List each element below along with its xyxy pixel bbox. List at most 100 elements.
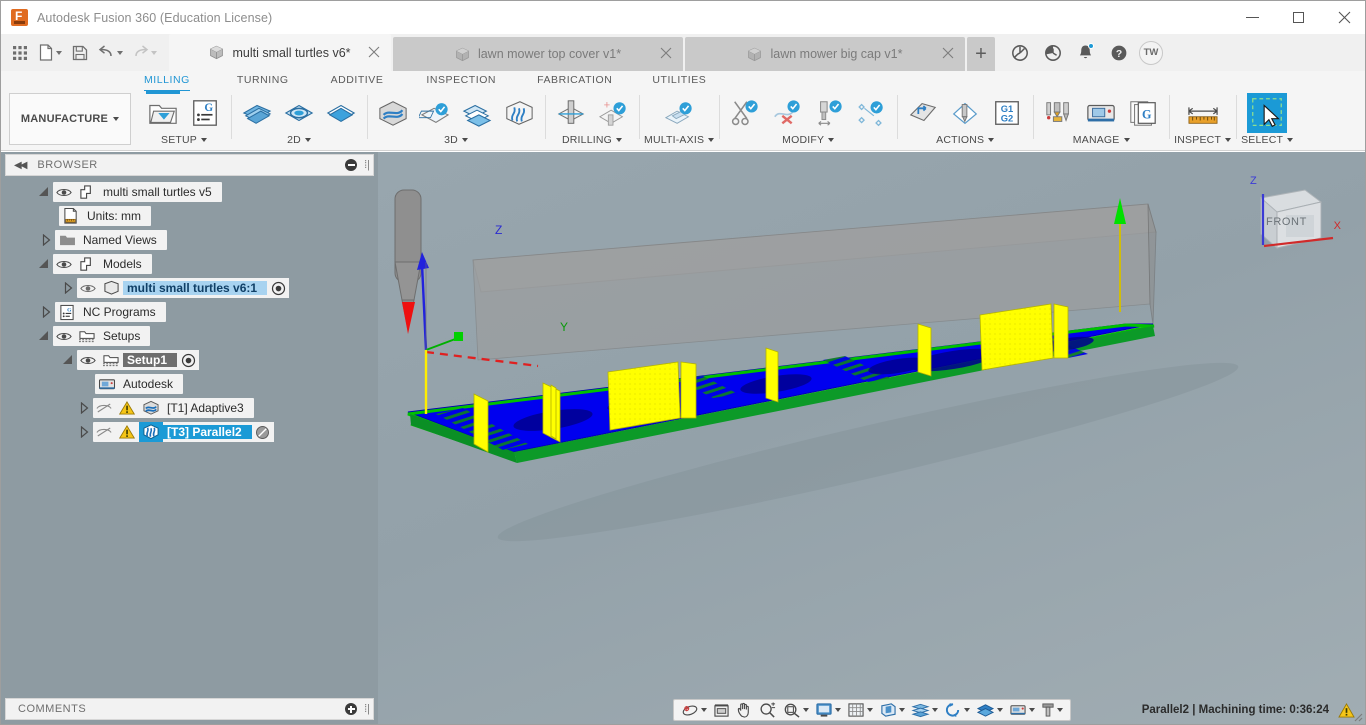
view-cube[interactable]: Z X FRONT [1233, 170, 1343, 265]
tree-row-nc-programs[interactable]: G NC Programs [1, 300, 378, 324]
ribbon-tab-utilities[interactable]: UTILITIES [652, 71, 706, 91]
visibility-hidden-eye-icon[interactable] [93, 422, 115, 442]
notifications-bell-icon[interactable] [1069, 36, 1102, 70]
expand-toggle[interactable] [35, 252, 53, 276]
visibility-eye-icon[interactable] [77, 278, 99, 298]
ribbon-group-label-inspect[interactable]: INSPECT [1174, 133, 1231, 147]
expand-toggle[interactable] [59, 276, 77, 300]
close-icon[interactable] [1321, 1, 1366, 34]
expand-toggle[interactable] [37, 300, 55, 324]
new-tab-button[interactable]: + [967, 37, 995, 71]
zoom-icon[interactable] [756, 700, 780, 720]
adaptive-icon[interactable] [372, 93, 414, 133]
visibility-eye-icon[interactable] [77, 350, 99, 370]
visibility-eye-icon[interactable] [53, 254, 75, 274]
select-icon[interactable] [1247, 93, 1287, 133]
collapse-browser-icon[interactable]: ◀◀ [14, 160, 25, 171]
visibility-eye-icon[interactable] [53, 326, 75, 346]
post-process-icon[interactable]: G [1122, 93, 1164, 133]
expand-toggle[interactable] [75, 420, 93, 444]
pocket-clearing-icon[interactable] [414, 93, 456, 133]
close-icon[interactable] [942, 47, 956, 61]
target-icon[interactable] [177, 350, 199, 370]
ribbon-group-label-modify[interactable]: MODIFY [782, 133, 834, 147]
ribbon-tab-inspection[interactable]: INSPECTION [426, 71, 496, 91]
visibility-eye-icon[interactable] [53, 182, 75, 202]
tree-row-machine[interactable]: Autodesk [1, 372, 378, 396]
minimize-panel-icon[interactable] [345, 159, 357, 171]
simulate-icon[interactable] [902, 93, 944, 133]
ribbon-tab-additive[interactable]: ADDITIVE [331, 71, 384, 91]
transform-icon[interactable] [850, 93, 892, 133]
tree-row-document[interactable]: multi small turtles v5 [1, 180, 378, 204]
fit-icon[interactable] [780, 700, 812, 720]
ribbon-group-label-select[interactable]: SELECT [1241, 133, 1293, 147]
simulate-refresh-icon[interactable] [941, 700, 973, 720]
measure-icon[interactable] [1182, 93, 1224, 133]
stock-visibility-icon[interactable] [908, 700, 941, 720]
document-tab-0[interactable]: multi small turtles v6* [169, 34, 391, 71]
ribbon-group-label-setup[interactable]: SETUP [161, 133, 207, 147]
help-icon[interactable]: ? [1102, 36, 1135, 70]
orbit-icon[interactable] [678, 700, 710, 720]
machine-display-icon[interactable] [1006, 700, 1038, 720]
document-tab-1[interactable]: lawn mower top cover v1* [393, 37, 683, 71]
document-tab-2[interactable]: lawn mower big cap v1* [685, 37, 965, 71]
tool-library-icon[interactable] [1038, 93, 1080, 133]
machine-library-icon[interactable] [1080, 93, 1122, 133]
expand-toggle[interactable] [35, 324, 53, 348]
panel-grip-icon[interactable]: ⁞| [364, 159, 370, 171]
display-settings-icon[interactable] [812, 700, 844, 720]
face-icon[interactable] [236, 93, 278, 133]
horizontal-icon[interactable] [456, 93, 498, 133]
pan-icon[interactable] [733, 700, 756, 720]
ribbon-group-label-3d[interactable]: 3D [444, 133, 468, 147]
tool-display-icon[interactable] [1038, 700, 1066, 720]
tree-row-named-views[interactable]: Named Views [1, 228, 378, 252]
parallel-icon[interactable] [498, 93, 540, 133]
appearance-icon[interactable] [973, 700, 1006, 720]
extensions-icon[interactable] [1003, 36, 1036, 70]
ribbon-group-label-actions[interactable]: ACTIONS [936, 133, 994, 147]
g1g2-icon[interactable]: G1 G2 [986, 93, 1028, 133]
3d-viewport[interactable]: Z Y Z X FRONT [378, 152, 1365, 724]
new-design-icon[interactable] [33, 38, 67, 68]
grid-snap-icon[interactable] [844, 700, 876, 720]
panel-grip-icon[interactable]: ⁞| [364, 703, 370, 715]
target-icon[interactable] [267, 278, 289, 298]
ribbon-tab-turning[interactable]: TURNING [237, 71, 289, 91]
expand-toggle[interactable] [59, 348, 77, 372]
tool-change-icon[interactable] [808, 93, 850, 133]
trim-icon[interactable] [724, 93, 766, 133]
expand-toggle[interactable] [35, 180, 53, 204]
look-at-icon[interactable] [710, 700, 733, 720]
expand-toggle[interactable] [75, 396, 93, 420]
visibility-hidden-eye-icon[interactable] [93, 398, 115, 418]
close-icon[interactable] [660, 47, 674, 61]
setup-icon[interactable] [142, 93, 184, 133]
maximize-button[interactable] [1275, 1, 1321, 34]
workspace-switcher[interactable]: MANUFACTURE [9, 93, 131, 145]
viewcube-face-label[interactable]: FRONT [1266, 216, 1307, 228]
save-icon[interactable] [67, 38, 93, 68]
ribbon-group-label-manage[interactable]: MANAGE [1073, 133, 1130, 147]
job-status-clock-icon[interactable] [1036, 36, 1069, 70]
redo-icon[interactable] [127, 38, 161, 68]
tree-row-units[interactable]: Units: mm [1, 204, 378, 228]
pocket-icon[interactable] [320, 93, 362, 133]
viewports-icon[interactable] [876, 700, 908, 720]
tree-row-operation-parallel2[interactable]: [T3] Parallel2 [1, 420, 378, 444]
close-icon[interactable] [368, 46, 382, 60]
ribbon-tab-milling[interactable]: MILLING [144, 71, 190, 91]
swarf-icon[interactable] [658, 93, 700, 133]
data-panel-grid-icon[interactable] [7, 38, 33, 68]
minimize-button[interactable] [1229, 1, 1275, 34]
add-comment-icon[interactable] [345, 703, 357, 715]
undo-icon[interactable] [93, 38, 127, 68]
delete-icon[interactable] [766, 93, 808, 133]
resize-grip[interactable] [1351, 710, 1363, 722]
tree-row-models[interactable]: Models [1, 252, 378, 276]
tree-row-operation-adaptive3[interactable]: [T1] Adaptive3 [1, 396, 378, 420]
tree-row-setup1[interactable]: Setup1 [1, 348, 378, 372]
thread-icon[interactable]: + [592, 93, 634, 133]
